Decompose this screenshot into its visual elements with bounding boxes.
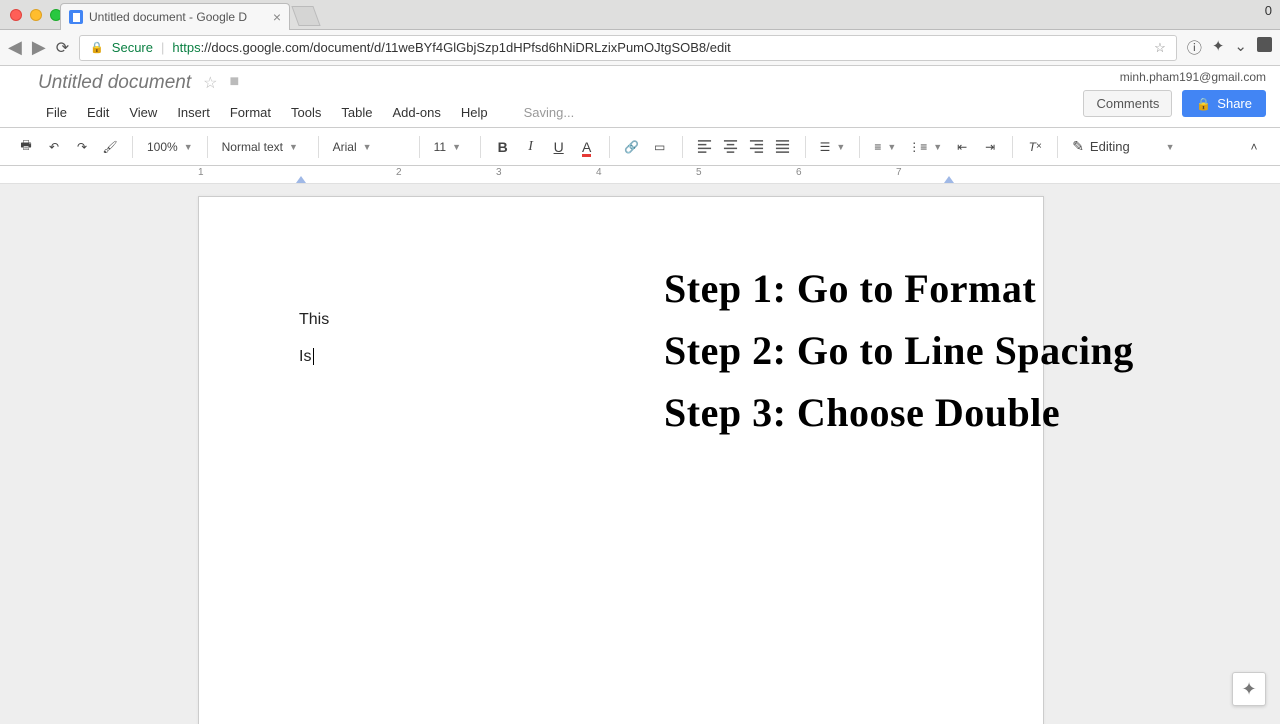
document-body[interactable]: This Is — [299, 302, 329, 376]
save-status: Saving... — [516, 102, 583, 123]
overlay-step-3: Step 3: Choose Double — [664, 382, 1134, 444]
info-icon[interactable]: ⓘ — [1187, 37, 1202, 58]
lock-icon: 🔒 — [90, 41, 104, 54]
menu-addons[interactable]: Add-ons — [384, 102, 448, 123]
traffic-lights — [0, 9, 62, 21]
overlay-step-2: Step 2: Go to Line Spacing — [664, 320, 1134, 382]
formatting-toolbar: 🖶 ↶ ↷ 🖌 100%▼ Normal text▼ Arial▼ 11▼ B … — [0, 128, 1280, 166]
ruler-mark: 2 — [396, 167, 402, 178]
decrease-indent-icon[interactable]: ⇤ — [950, 135, 974, 159]
text-line: This — [299, 302, 329, 339]
print-icon[interactable]: 🖶 — [14, 135, 38, 159]
text-line: Is — [299, 339, 329, 376]
new-tab-button[interactable] — [291, 6, 320, 26]
ruler-mark: 4 — [596, 167, 602, 178]
browser-toolbar: ◀ ▶ ⟳ 🔒 Secure | https://docs.google.com… — [0, 30, 1280, 66]
right-margin-marker-icon[interactable] — [944, 176, 954, 183]
move-folder-icon[interactable]: ■ — [230, 73, 240, 93]
align-justify-icon[interactable] — [771, 135, 795, 159]
overlay-step-1: Step 1: Go to Format — [664, 258, 1134, 320]
ruler-mark: 3 — [496, 167, 502, 178]
line-spacing-icon[interactable]: ☰▼ — [816, 140, 850, 154]
tutorial-overlay: Step 1: Go to Format Step 2: Go to Line … — [664, 258, 1134, 444]
explore-button[interactable]: ✦ — [1232, 672, 1266, 706]
font-picker[interactable]: Arial▼ — [329, 140, 409, 154]
ruler-mark: 7 — [896, 167, 902, 178]
close-tab-icon[interactable]: × — [273, 9, 281, 25]
docs-header: Untitled document ☆ ■ File Edit View Ins… — [0, 66, 1280, 128]
menu-table[interactable]: Table — [333, 102, 380, 123]
comments-button[interactable]: Comments — [1083, 90, 1172, 117]
reload-icon[interactable]: ⟳ — [56, 38, 69, 58]
numbered-list-icon[interactable]: ≡▼ — [870, 140, 900, 154]
menu-insert[interactable]: Insert — [169, 102, 218, 123]
tab-title: Untitled document - Google D — [89, 10, 247, 24]
fontsize-picker[interactable]: 11▼ — [430, 140, 470, 154]
left-margin-marker-icon[interactable] — [296, 176, 306, 183]
window-titlebar: Untitled document - Google D × 0 — [0, 0, 1280, 30]
address-bar[interactable]: 🔒 Secure | https://docs.google.com/docum… — [79, 35, 1177, 61]
editing-mode-picker[interactable]: ✎Editing▼ — [1068, 138, 1178, 155]
menu-format[interactable]: Format — [222, 102, 279, 123]
increase-indent-icon[interactable]: ⇥ — [978, 135, 1002, 159]
insert-link-icon[interactable]: 🔗 — [620, 135, 644, 159]
menu-bar: File Edit View Insert Format Tools Table… — [38, 102, 582, 123]
menu-help[interactable]: Help — [453, 102, 496, 123]
browser-tab[interactable]: Untitled document - Google D × — [60, 3, 290, 30]
close-window-icon[interactable] — [10, 9, 22, 21]
forward-icon[interactable]: ▶ — [32, 37, 46, 58]
align-center-icon[interactable] — [719, 135, 743, 159]
minimize-window-icon[interactable] — [30, 9, 42, 21]
ruler-mark: 5 — [696, 167, 702, 178]
extension-icons: ⓘ ✦ ⌄ — [1187, 37, 1272, 58]
docs-favicon-icon — [69, 10, 83, 24]
extension-icon[interactable] — [1257, 37, 1272, 52]
horizontal-ruler[interactable]: 1 1 2 3 4 5 6 7 — [0, 166, 1280, 184]
style-picker[interactable]: Normal text▼ — [218, 140, 308, 154]
ruler-mark: 1 — [198, 167, 204, 178]
menu-view[interactable]: View — [121, 102, 165, 123]
menu-file[interactable]: File — [38, 102, 75, 123]
redo-icon[interactable]: ↷ — [70, 135, 94, 159]
undo-icon[interactable]: ↶ — [42, 135, 66, 159]
paint-format-icon[interactable]: 🖌 — [98, 135, 122, 159]
url-text: https://docs.google.com/document/d/11weB… — [172, 40, 730, 55]
zoom-picker[interactable]: 100%▼ — [143, 140, 197, 154]
document-title[interactable]: Untitled document — [38, 72, 191, 94]
share-button[interactable]: 🔒 Share — [1182, 90, 1266, 117]
back-icon[interactable]: ◀ — [8, 37, 22, 58]
clear-formatting-icon[interactable]: T× — [1023, 135, 1047, 159]
bulleted-list-icon[interactable]: ⋮≡▼ — [904, 140, 946, 154]
lock-icon: 🔒 — [1196, 97, 1211, 111]
menu-tools[interactable]: Tools — [283, 102, 329, 123]
menu-edit[interactable]: Edit — [79, 102, 117, 123]
bookmark-star-icon[interactable]: ☆ — [1154, 40, 1166, 56]
user-email[interactable]: minh.pham191@gmail.com — [1083, 70, 1266, 84]
italic-button[interactable]: I — [519, 135, 543, 159]
collapse-toolbar-icon[interactable]: ˄ — [1242, 135, 1266, 159]
underline-button[interactable]: U — [547, 135, 571, 159]
align-right-icon[interactable] — [745, 135, 769, 159]
pocket-icon[interactable]: ⌄ — [1234, 37, 1247, 58]
corner-indicator: 0 — [1265, 3, 1272, 18]
text-color-button[interactable]: A — [575, 135, 599, 159]
secure-label: Secure — [112, 40, 153, 55]
bold-button[interactable]: B — [491, 135, 515, 159]
evernote-icon[interactable]: ✦ — [1212, 37, 1225, 58]
align-left-icon[interactable] — [693, 135, 717, 159]
star-document-icon[interactable]: ☆ — [203, 73, 217, 93]
share-label: Share — [1217, 96, 1252, 111]
ruler-mark: 6 — [796, 167, 802, 178]
insert-comment-icon[interactable]: ▭ — [648, 135, 672, 159]
